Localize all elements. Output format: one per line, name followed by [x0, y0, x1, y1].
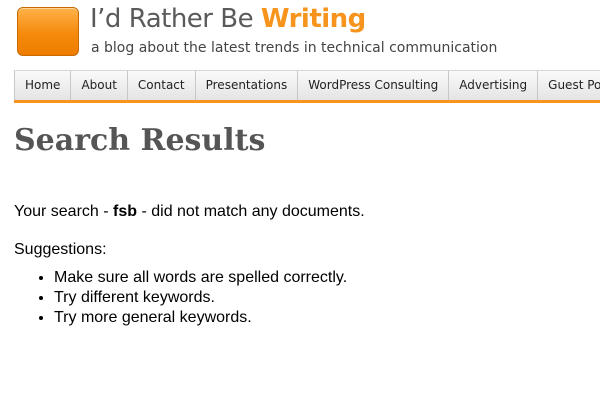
- no-results-message: Your search - fsb - did not match any do…: [14, 203, 365, 221]
- nav-item-about[interactable]: About: [71, 71, 128, 100]
- site-tagline: a blog about the latest trends in techni…: [91, 40, 498, 56]
- suggestions-label: Suggestions:: [14, 241, 107, 258]
- search-term: fsb: [113, 203, 138, 220]
- nav-item-advertising[interactable]: Advertising: [449, 71, 539, 100]
- list-item: Try more general keywords.: [54, 308, 347, 328]
- nav-accent-bar: [14, 100, 600, 103]
- site-logo-icon[interactable]: [17, 7, 79, 56]
- list-item: Make sure all words are spelled correctl…: [54, 268, 347, 288]
- site-title-part2: Writing: [260, 4, 366, 34]
- site-title-part1: I’d Rather Be: [90, 4, 261, 34]
- site-title[interactable]: I’d Rather Be Writing: [90, 4, 366, 34]
- nav-item-home[interactable]: Home: [14, 71, 72, 100]
- site-header: I’d Rather Be Writing a blog about the l…: [0, 0, 600, 70]
- nav-item-presentations[interactable]: Presentations: [196, 71, 299, 100]
- suggestions-list: Make sure all words are spelled correctl…: [14, 268, 347, 328]
- message-suffix: - did not match any documents.: [137, 203, 365, 220]
- nav-item-guest-posts[interactable]: Guest Posts: [538, 71, 600, 100]
- nav-item-wordpress-consulting[interactable]: WordPress Consulting: [298, 71, 450, 100]
- list-item: Try different keywords.: [54, 288, 347, 308]
- nav-item-contact[interactable]: Contact: [128, 71, 196, 100]
- main-nav: Home About Contact Presentations WordPre…: [14, 70, 600, 100]
- message-prefix: Your search -: [14, 203, 114, 220]
- page-title: Search Results: [14, 123, 266, 158]
